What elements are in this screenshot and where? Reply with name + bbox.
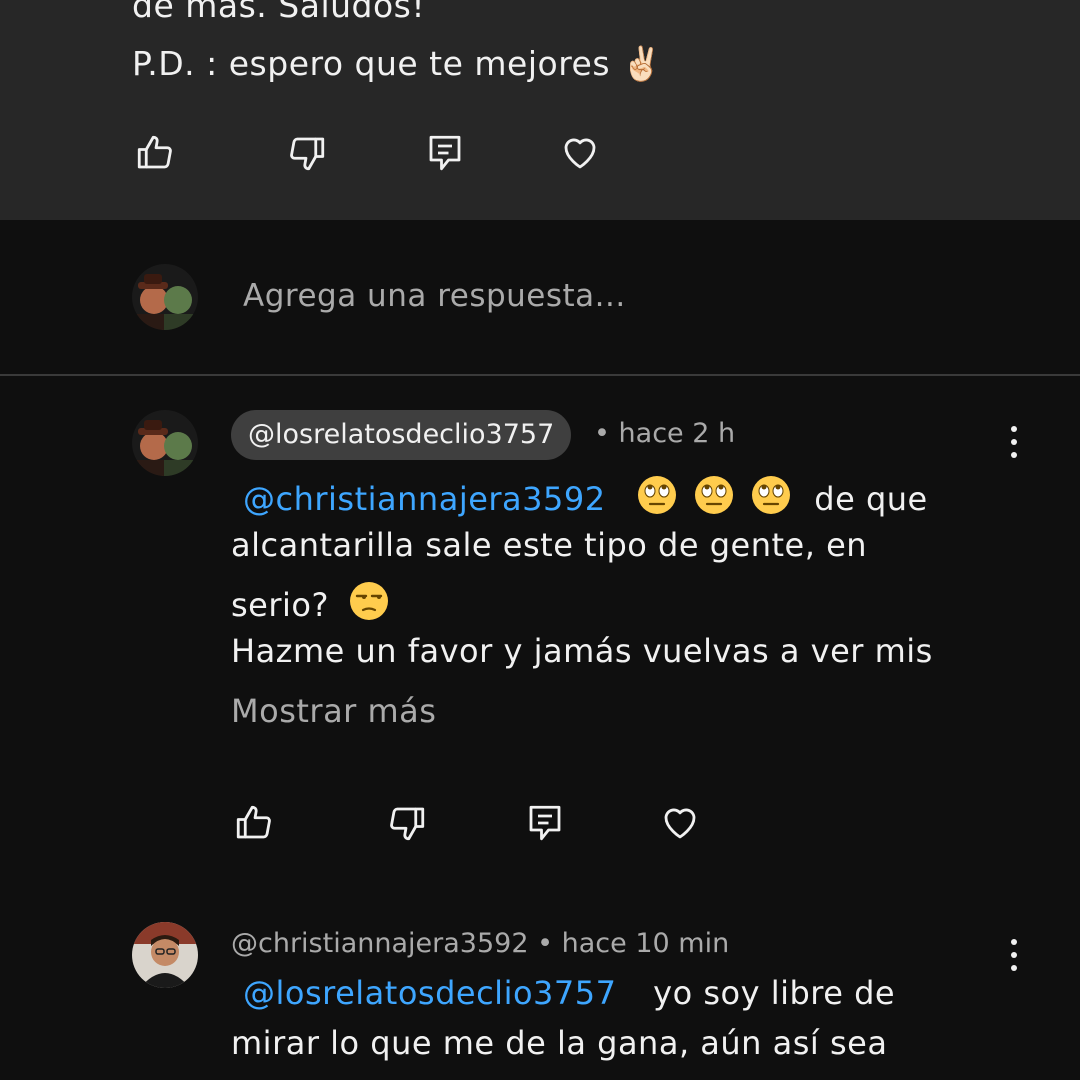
more-vert-icon (1011, 939, 1017, 945)
show-more-link[interactable]: Mostrar más (231, 692, 436, 730)
reply-text: serio? (231, 586, 329, 624)
reply-timestamp: hace 10 min (561, 928, 730, 959)
like-button[interactable] (231, 800, 277, 846)
user-avatar (132, 264, 198, 330)
reply-text-line: @christiannajera3592 de que (231, 474, 928, 518)
eye-roll-emoji-icon (638, 476, 677, 514)
dislike-icon (390, 807, 425, 841)
reply-text-line: alcantarilla sale este tipo de gente, en (231, 526, 868, 564)
reply-text-line: mirar lo que me de la gana, aún así sea (231, 1024, 888, 1062)
reply-text-line: Hazme un favor y jamás vuelvas a ver mis (231, 632, 933, 670)
reply-icon (429, 135, 461, 171)
eye-roll-emojis (634, 476, 804, 518)
meta-separator: • (594, 418, 610, 449)
reply-text: yo soy libre de (653, 974, 896, 1012)
reply-button[interactable] (422, 130, 468, 176)
author-handle[interactable]: @losrelatosdeclio3757 (231, 410, 572, 460)
reply-button[interactable] (522, 800, 568, 846)
like-button[interactable] (132, 130, 178, 176)
reply-text: de que (814, 480, 928, 518)
author-avatar[interactable] (132, 410, 198, 476)
eye-roll-emoji-icon (751, 476, 790, 514)
reply-icon (529, 805, 561, 841)
dislike-icon (290, 137, 325, 171)
heart-button[interactable] (657, 800, 703, 846)
author-handle[interactable]: @christiannajera3592 (231, 928, 529, 959)
author-avatar[interactable] (132, 922, 198, 988)
like-icon (137, 135, 172, 169)
reply-text-line: @losrelatosdeclio3757 yo soy libre de (231, 974, 895, 1012)
eye-roll-emoji-icon (694, 476, 733, 514)
reply-meta: • hace 2 h (594, 418, 735, 449)
dislike-button[interactable] (384, 800, 430, 846)
unamused-emoji-icon (349, 582, 388, 620)
comment-text-line: P.D. : espero que te mejores ✌🏻 (132, 44, 663, 83)
reply-text-line: serio? (231, 580, 392, 624)
reply-timestamp: hace 2 h (618, 418, 736, 449)
divider (0, 374, 1080, 376)
more-vert-icon (1011, 426, 1017, 432)
dislike-button[interactable] (284, 130, 330, 176)
mention-link[interactable]: @losrelatosdeclio3757 (243, 974, 616, 1012)
comment-action-bar (132, 130, 652, 178)
meta-separator: • (537, 928, 554, 959)
heart-button[interactable] (557, 130, 603, 176)
highlighted-comment: de más. Saludos! P.D. : espero que te me… (0, 0, 1080, 220)
more-options-button[interactable] (999, 417, 1029, 467)
mention-link[interactable]: @christiannajera3592 (243, 480, 606, 518)
comment-text-line: de más. Saludos! (132, 0, 426, 25)
heart-icon (664, 808, 696, 839)
more-options-button[interactable] (999, 930, 1029, 980)
reply-action-bar (231, 800, 751, 848)
reply-input-placeholder[interactable]: Agrega una respuesta... (243, 278, 626, 314)
like-icon (236, 805, 271, 839)
heart-icon (564, 138, 596, 169)
reply-meta: @christiannajera3592 • hace 10 min (231, 928, 729, 959)
